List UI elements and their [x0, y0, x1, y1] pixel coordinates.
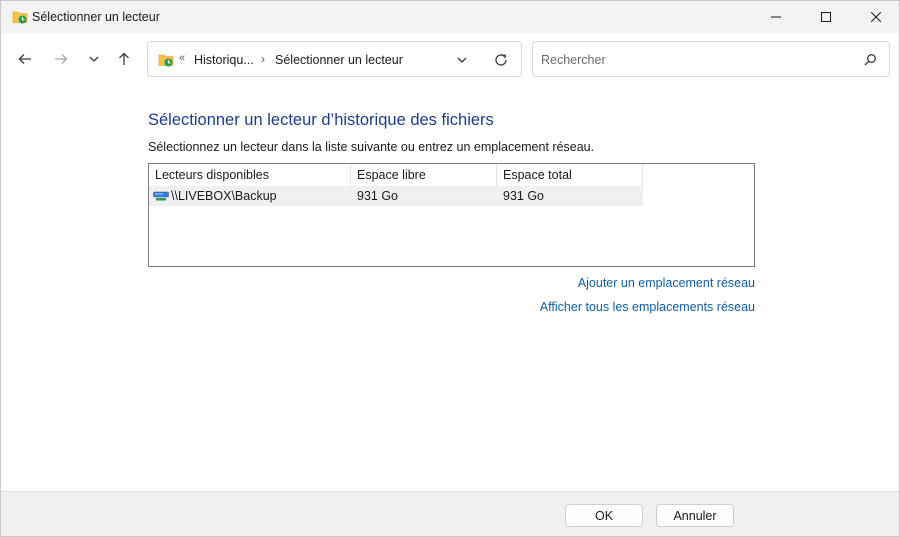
cancel-button[interactable]: Annuler: [656, 504, 734, 527]
table-row[interactable]: \\LIVEBOX\Backup 931 Go 931 Go: [149, 186, 643, 206]
add-network-location-link[interactable]: Ajouter un emplacement réseau: [578, 276, 755, 290]
chevron-down-icon: [89, 56, 99, 62]
dialog-window: Sélectionner un lecteur « Historiqu... ›…: [0, 0, 900, 537]
arrow-up-icon: [119, 52, 129, 65]
ok-button[interactable]: OK: [565, 504, 643, 527]
column-header-total-space[interactable]: Espace total: [497, 164, 643, 186]
column-header-free-space[interactable]: Espace libre: [351, 164, 497, 186]
breadcrumb-separator[interactable]: ›: [261, 52, 265, 66]
address-dropdown-button[interactable]: [451, 51, 473, 69]
refresh-icon: [495, 54, 507, 66]
refresh-button[interactable]: [486, 49, 516, 71]
network-drive-icon: [153, 191, 169, 201]
forward-button[interactable]: [48, 45, 74, 73]
close-button[interactable]: [853, 1, 899, 33]
button-bar: OK Annuler: [1, 491, 899, 536]
back-button[interactable]: [12, 45, 38, 73]
drive-name: \\LIVEBOX\Backup: [171, 189, 277, 203]
arrow-right-icon: [55, 54, 68, 64]
close-icon: [871, 12, 881, 22]
title-bar[interactable]: Sélectionner un lecteur: [1, 1, 899, 33]
file-history-icon: [158, 52, 174, 68]
instructions-text: Sélectionnez un lecteur dans la liste su…: [148, 140, 595, 154]
list-header: Lecteurs disponibles Espace libre Espace…: [149, 164, 754, 186]
column-header-drives[interactable]: Lecteurs disponibles: [149, 164, 351, 186]
show-all-network-locations-link[interactable]: Afficher tous les emplacements réseau: [540, 300, 755, 314]
maximize-icon: [821, 12, 831, 22]
search-icon[interactable]: [862, 52, 878, 68]
minimize-button[interactable]: [753, 1, 799, 33]
recent-locations-button[interactable]: [81, 45, 107, 73]
address-overflow-chevron[interactable]: «: [179, 52, 185, 64]
search-input[interactable]: [541, 50, 851, 70]
breadcrumb-historique[interactable]: Historiqu...: [194, 53, 254, 67]
search-box[interactable]: [532, 41, 890, 77]
breadcrumb-current[interactable]: Sélectionner un lecteur: [275, 53, 403, 67]
arrow-left-icon: [18, 54, 31, 64]
drive-list[interactable]: Lecteurs disponibles Espace libre Espace…: [148, 163, 755, 267]
main-content: Sélectionner un lecteur d’historique des…: [1, 87, 899, 491]
maximize-button[interactable]: [803, 1, 849, 33]
up-button[interactable]: [111, 45, 137, 73]
address-bar[interactable]: « Historiqu... › Sélectionner un lecteur: [147, 41, 522, 77]
navigation-bar: « Historiqu... › Sélectionner un lecteur: [1, 33, 899, 87]
window-title: Sélectionner un lecteur: [32, 10, 160, 24]
chevron-down-icon: [457, 57, 467, 63]
minimize-icon: [771, 16, 781, 18]
file-history-icon: [12, 9, 28, 25]
free-space-cell: 931 Go: [357, 189, 399, 203]
drive-name-cell: \\LIVEBOX\Backup: [153, 186, 351, 206]
page-title: Sélectionner un lecteur d’historique des…: [148, 111, 494, 129]
total-space-cell: 931 Go: [503, 189, 545, 203]
